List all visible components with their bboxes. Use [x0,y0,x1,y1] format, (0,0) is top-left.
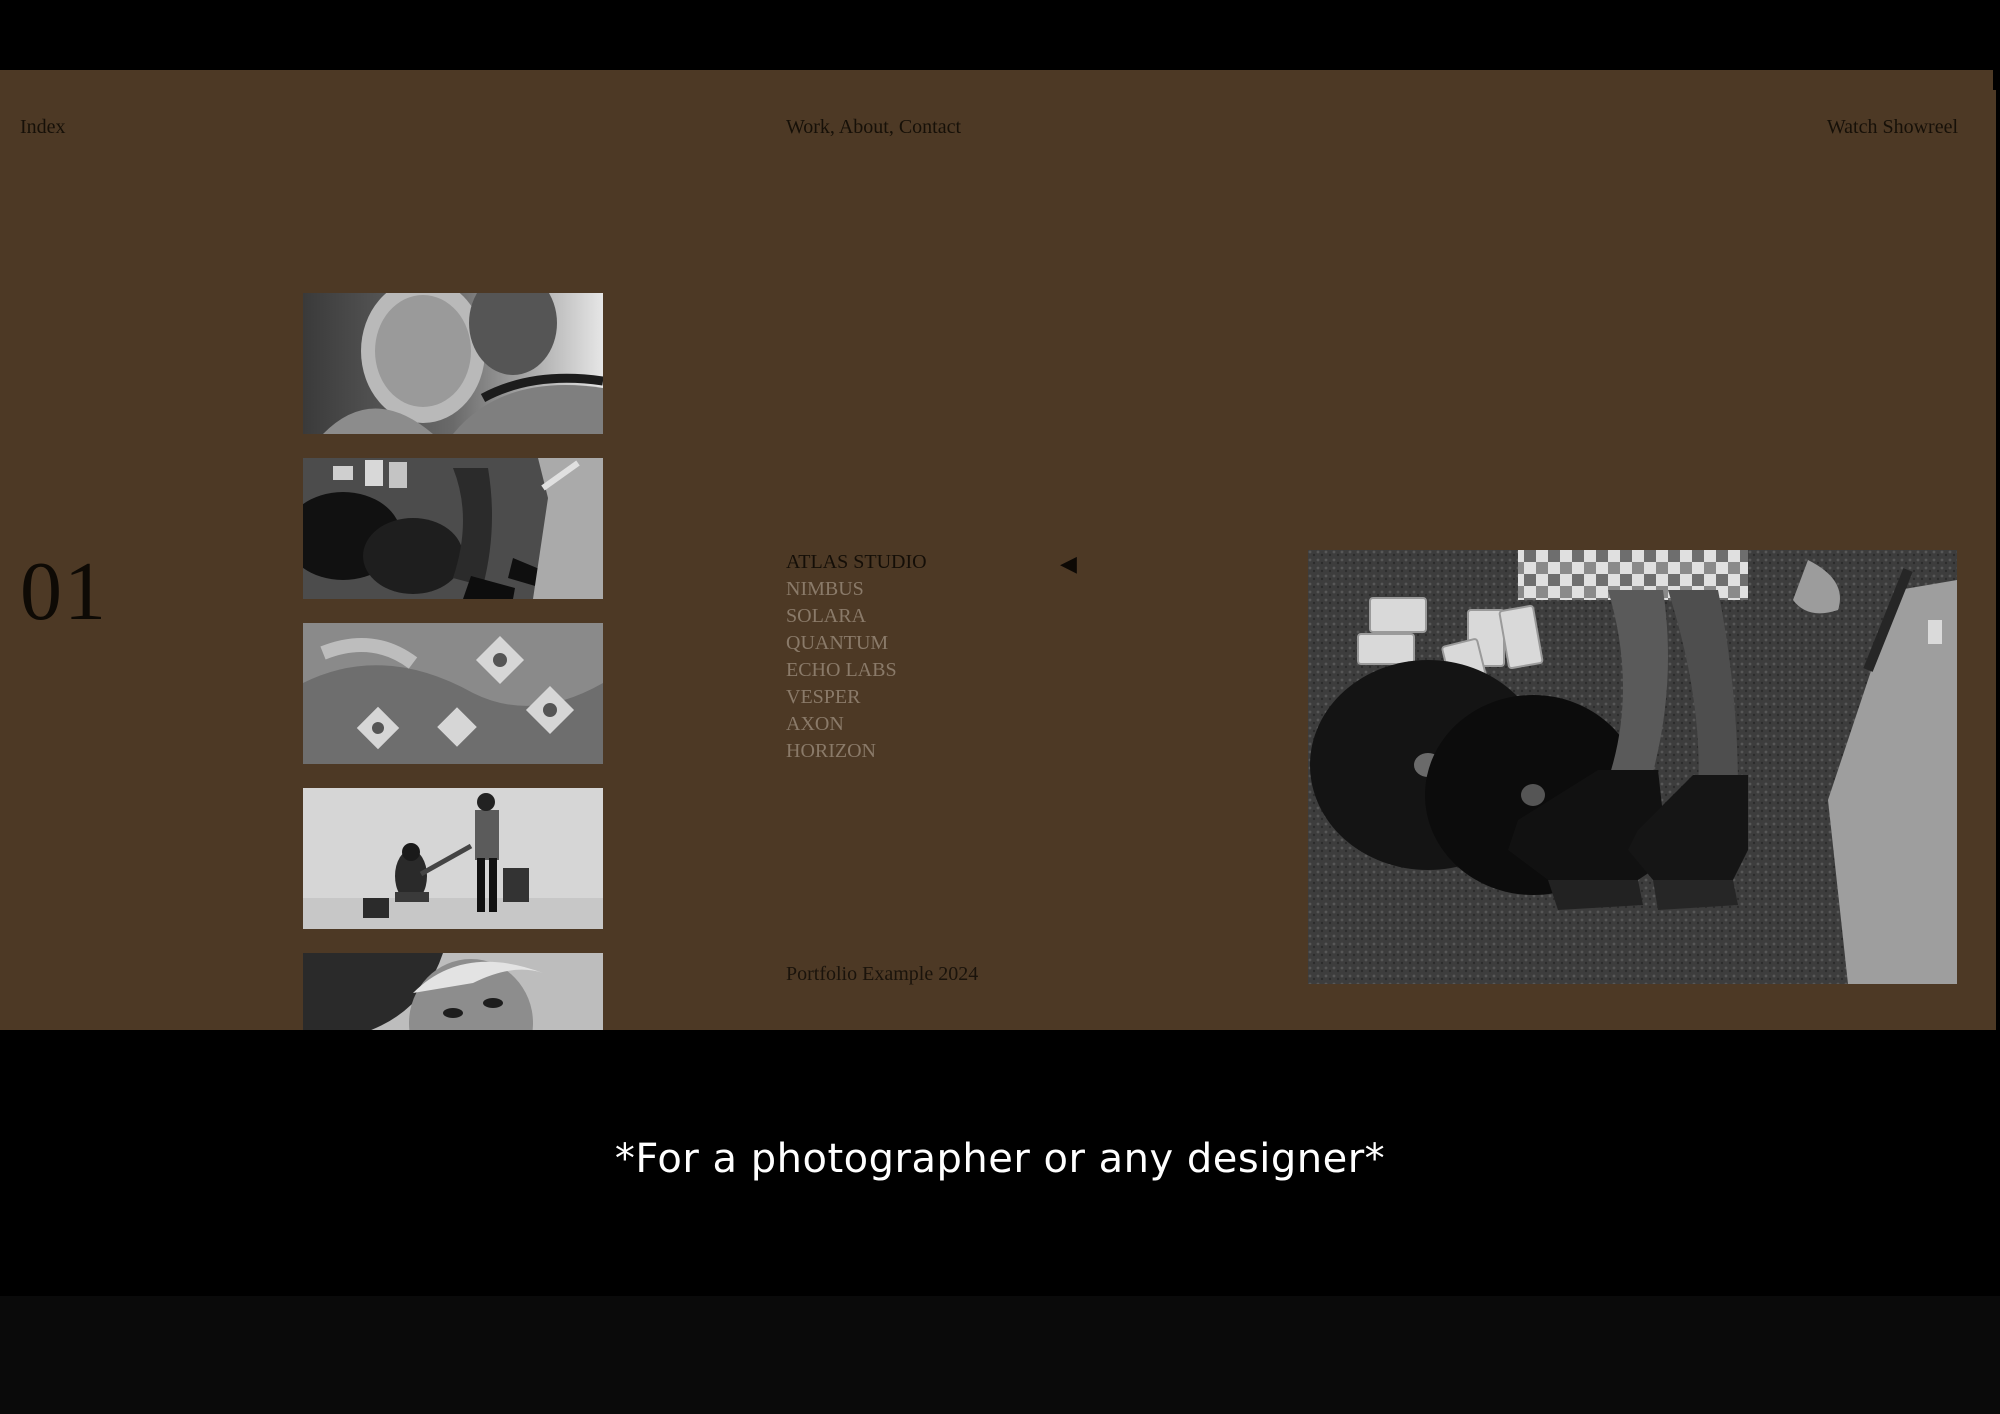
project-list: ATLAS STUDIO NIMBUS SOLARA QUANTUM ECHO LABS… [786,549,927,765]
project-item[interactable]: ATLAS STUDIO [786,549,927,576]
caption: *For a photographer or any designer* [614,1136,1386,1182]
thumbnail-1[interactable] [303,293,603,434]
project-item[interactable]: SOLARA [786,603,927,630]
thumbnail-5[interactable] [303,953,603,1030]
nav-main-links[interactable]: Work, About, Contact [786,116,961,139]
bottom-band [0,1296,2000,1414]
edge-mark [1993,70,2000,90]
watch-showreel-link[interactable]: Watch Showreel [1827,116,1958,139]
project-item[interactable]: HORIZON [786,738,927,765]
thumbnail-4[interactable] [303,788,603,929]
project-item[interactable]: ECHO LABS [786,657,927,684]
thumbnail-2[interactable] [303,458,603,599]
thumbnail-3[interactable] [303,623,603,764]
project-item[interactable]: QUANTUM [786,630,927,657]
portfolio-page: Index Work, About, Contact Watch Showree… [0,70,1996,1030]
project-item[interactable]: NIMBUS [786,576,927,603]
project-counter: 01 [20,545,108,638]
footer-note: Portfolio Example 2024 [786,963,979,985]
hero-image [1308,550,1957,984]
left-triangle-icon: ◀ [1060,551,1077,576]
nav-index-link[interactable]: Index [20,116,66,139]
project-item[interactable]: AXON [786,711,927,738]
project-item[interactable]: VESPER [786,684,927,711]
